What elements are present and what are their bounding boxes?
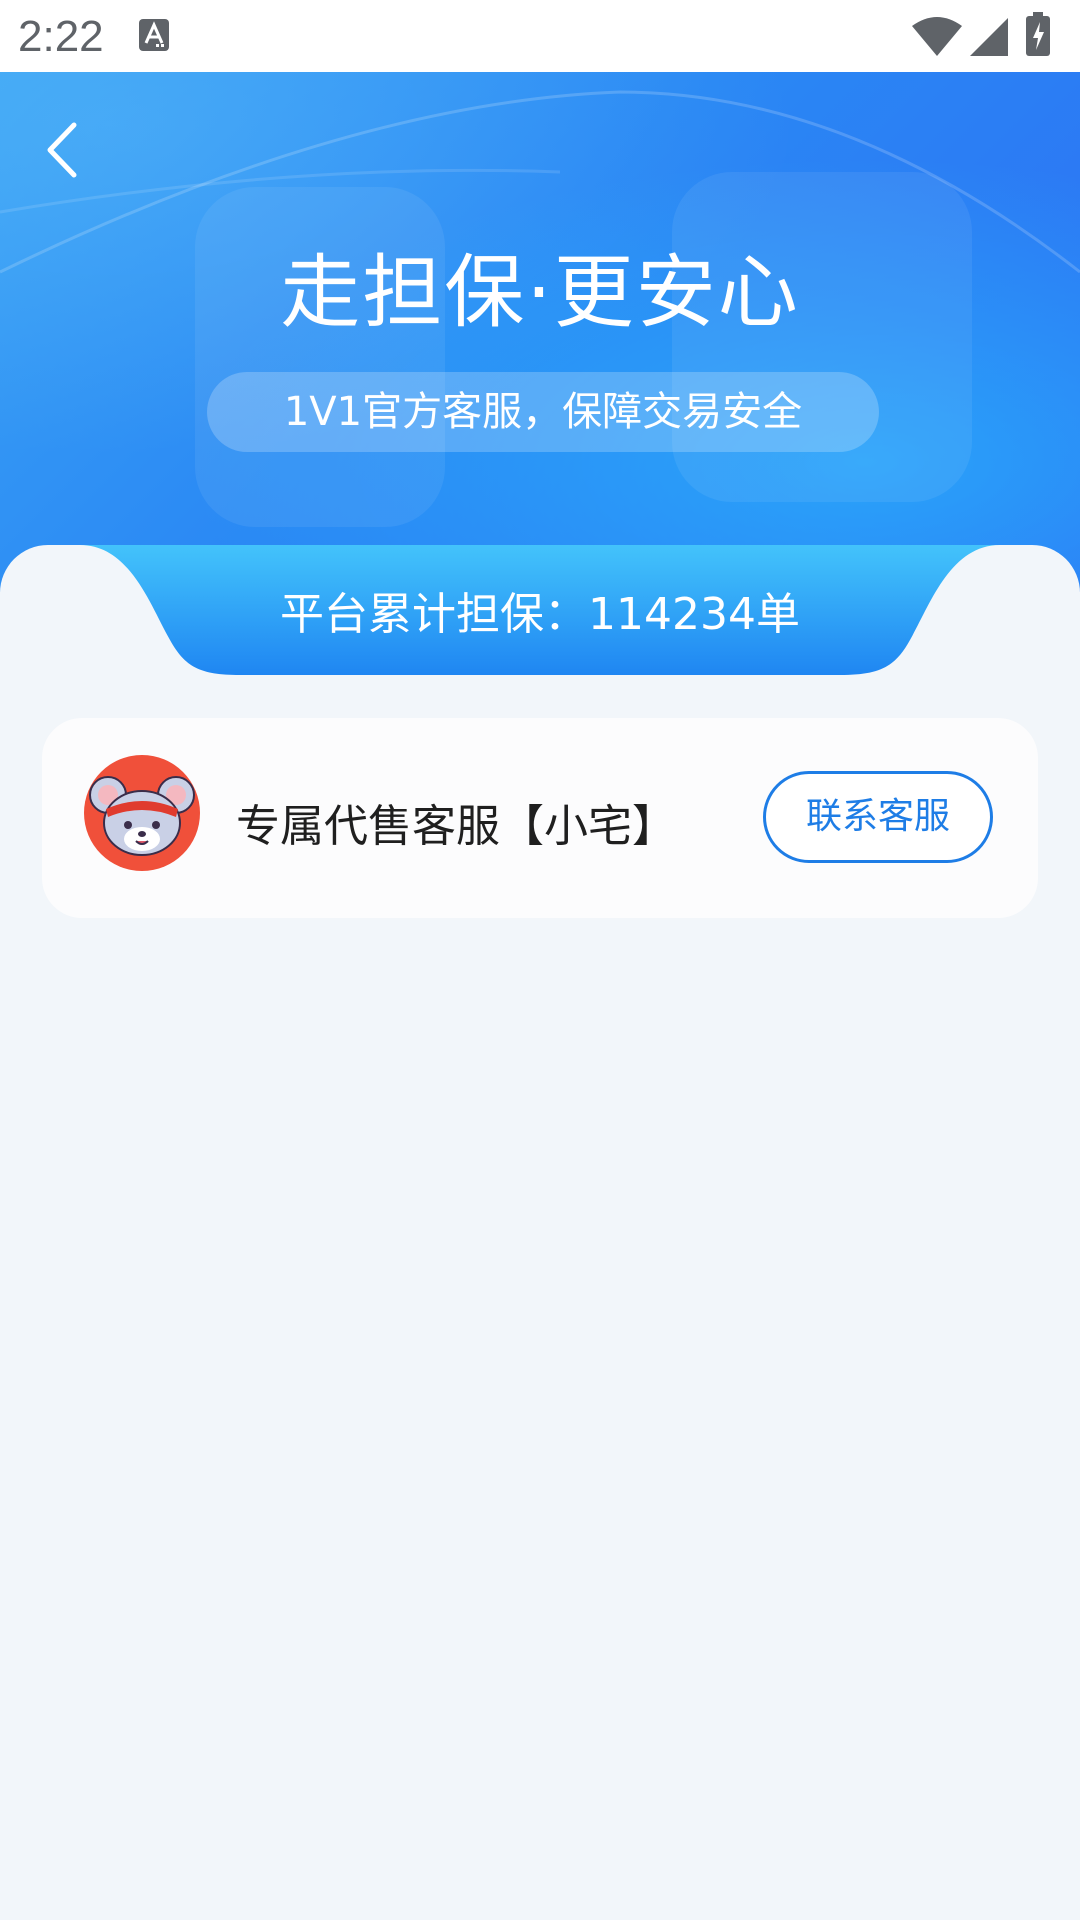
mouse-avatar-icon (84, 755, 200, 871)
hero-subtitle: 1V1官方客服，保障交易安全 (207, 372, 879, 452)
battery-charging-icon (1026, 12, 1050, 56)
back-arrow-icon (47, 122, 77, 178)
back-button[interactable] (38, 115, 88, 185)
agent-name: 专属代售客服【小宅】 (236, 801, 676, 852)
guarantee-count: 平台累计担保：114234单 (280, 589, 800, 640)
cellular-signal-icon (970, 18, 1008, 56)
contact-support-button[interactable]: 联系客服 (763, 771, 993, 863)
status-bar: 2:22 (0, 0, 1080, 72)
status-time: 2:22 (18, 12, 104, 61)
page-title: 走担保·更安心 (280, 246, 800, 339)
wifi-icon (912, 17, 962, 56)
a-notification-icon (139, 19, 169, 51)
